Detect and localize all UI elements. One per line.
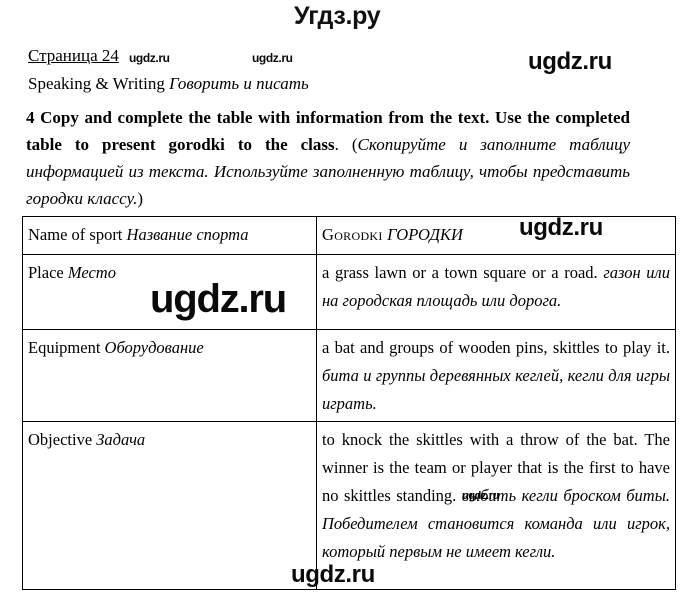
section-heading: Speaking & Writing Говорить и писать	[28, 74, 309, 94]
page-number: Страница 24	[28, 46, 119, 66]
table-cell-value: a grass lawn or a town square or a road.…	[316, 254, 676, 330]
row-label-en: Name of sport	[28, 225, 127, 244]
site-logo: Угдз.ру	[294, 2, 381, 30]
row-label-en: Place	[28, 263, 68, 282]
task-paren-open: . (	[334, 135, 358, 154]
watermark: ugdz.ru	[519, 214, 603, 241]
watermark: ugdz.ru	[129, 51, 170, 65]
row-value-en: Gorodki	[322, 225, 388, 244]
table-cell-value: a bat and groups of wooden pins, skittle…	[316, 329, 676, 422]
watermark: ugdz.ru	[252, 51, 293, 65]
row-label-en: Equipment	[28, 338, 105, 357]
row-value-en: a bat and groups of wooden pins, skittle…	[322, 338, 670, 357]
watermark: ugdz.ru	[150, 277, 287, 321]
section-heading-en: Speaking & Writing	[28, 74, 170, 93]
row-value-ru: бита и группы деревянных кеглей, кегли д…	[322, 366, 670, 413]
section-heading-ru: Говорить и писать	[169, 74, 309, 93]
table-cell-label: Objective Задача	[22, 421, 317, 590]
table-cell-label: Name of sport Название спорта	[22, 216, 317, 255]
task-paren-close: )	[137, 189, 143, 208]
watermark: ugdz.ru	[528, 48, 612, 75]
table-row: Place Место a grass lawn or a town squar…	[22, 254, 676, 330]
row-label-ru: Место	[67, 263, 116, 282]
task-paragraph: 4 Copy and complete the table with infor…	[26, 104, 630, 212]
gorodki-table: Name of sport Название спорта Gorodki ГО…	[22, 216, 676, 590]
row-value-en: a grass lawn or a town square or a road.	[322, 263, 604, 282]
watermark: ugdz.ru	[462, 490, 499, 502]
row-label-ru: Задача	[96, 430, 146, 449]
row-value-ru: ГОРОДКИ	[387, 225, 463, 244]
table-cell-value: Gorodki ГОРОДКИ	[316, 216, 676, 255]
row-label-ru: Название спорта	[126, 225, 249, 244]
row-label-en: Objective	[28, 430, 97, 449]
table-cell-label: Equipment Оборудование	[22, 329, 317, 422]
watermark: ugdz.ru	[291, 561, 375, 588]
page-number-label: Страница 24	[28, 46, 119, 65]
row-label-ru: Оборудование	[104, 338, 204, 357]
table-row: Equipment Оборудование a bat and groups …	[22, 329, 676, 422]
